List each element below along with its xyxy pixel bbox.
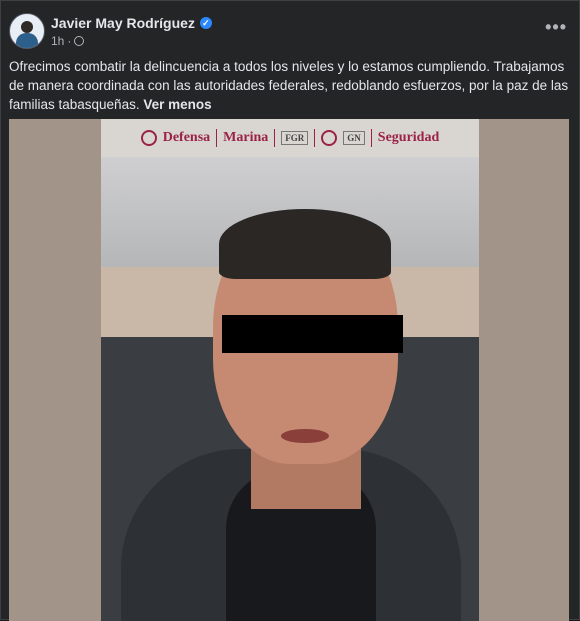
logo-fgr: FGR (281, 131, 309, 145)
logo-separator (216, 129, 218, 147)
meta-separator: · (67, 34, 72, 48)
mouth (281, 429, 329, 443)
gn-seal-icon (321, 130, 338, 146)
photo: Defensa Marina FGR GN Seguridad (101, 119, 479, 621)
author-avatar[interactable] (9, 13, 45, 49)
post-header: Javier May Rodríguez ✓ 1h · ••• (9, 11, 571, 51)
post-body: Ofrecimos combatir la delincuencia a tod… (9, 59, 569, 112)
author-name[interactable]: Javier May Rodríguez (51, 15, 195, 31)
censor-bar (222, 315, 403, 353)
avatar-body (16, 33, 38, 48)
logo-gn: GN (343, 131, 365, 145)
avatar-head (21, 21, 33, 33)
logo-defensa: Defensa (162, 130, 211, 145)
author-name-row: Javier May Rodríguez ✓ (51, 15, 212, 31)
government-logo-strip: Defensa Marina FGR GN Seguridad (101, 119, 479, 157)
post-time[interactable]: 1h (51, 34, 64, 48)
hair (219, 209, 391, 279)
logo-marina: Marina (223, 130, 269, 145)
facebook-post: Javier May Rodríguez ✓ 1h · ••• Ofrecimo… (0, 0, 580, 621)
see-less-link[interactable]: Ver menos (143, 97, 211, 112)
verified-badge-icon: ✓ (199, 17, 212, 29)
post-meta: 1h · (51, 34, 85, 48)
logo-separator (314, 129, 316, 147)
logo-separator (274, 129, 276, 147)
logo-separator (370, 129, 372, 147)
post-image[interactable]: Defensa Marina FGR GN Seguridad (9, 119, 569, 621)
logo-seguridad: Seguridad (377, 130, 440, 145)
post-text: Ofrecimos combatir la delincuencia a tod… (9, 57, 573, 114)
more-options-button[interactable]: ••• (545, 17, 567, 38)
globe-icon (74, 36, 85, 46)
defensa-seal-icon (140, 130, 157, 146)
